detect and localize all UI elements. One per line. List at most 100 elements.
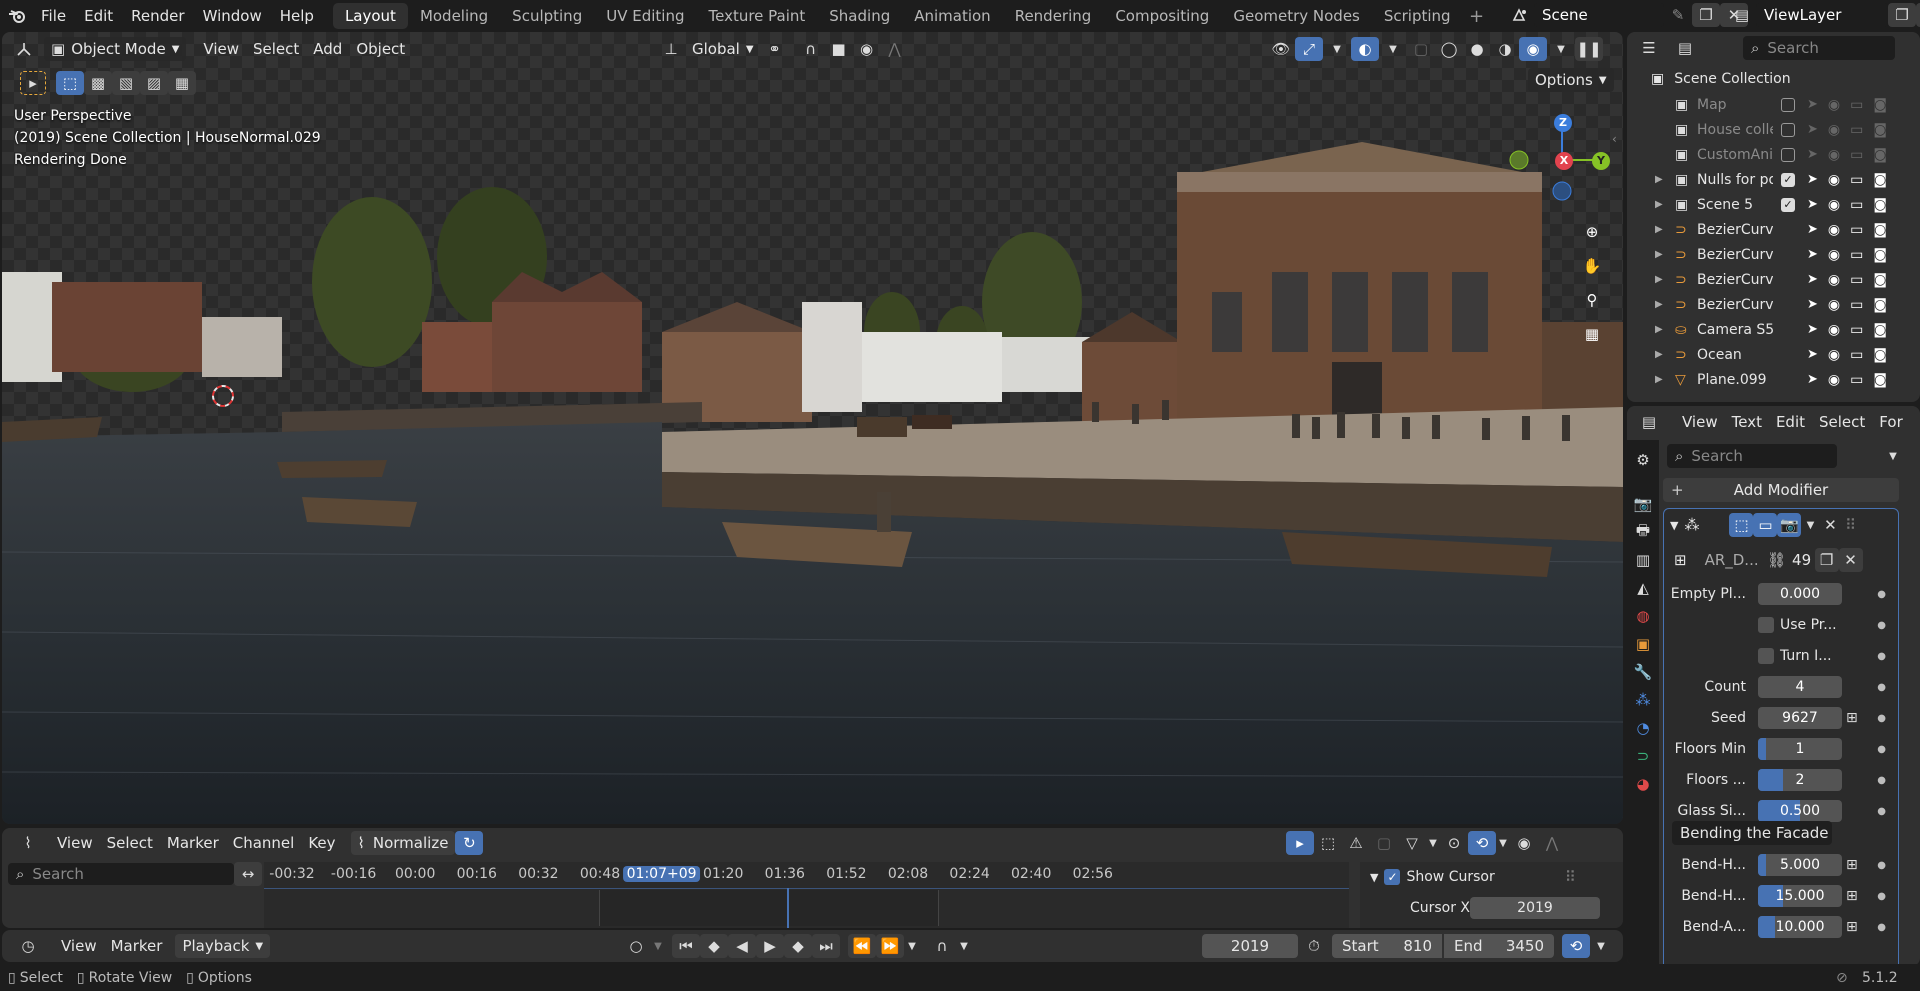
monitor-icon[interactable]: ▭ bbox=[1850, 197, 1863, 213]
snap-playhead-dropdown-icon[interactable]: ▼ bbox=[1592, 934, 1610, 958]
modifier-tab-icon[interactable]: 🔧 bbox=[1629, 660, 1657, 684]
camera-render-icon[interactable]: ◙ bbox=[1873, 147, 1887, 163]
keyframe-dot-icon[interactable]: ● bbox=[1877, 713, 1886, 724]
mode-selector[interactable]: ▣ Object Mode ▼ bbox=[44, 37, 187, 61]
scene-icon[interactable] bbox=[1506, 3, 1534, 27]
timeline-editor-icon[interactable]: ◷ bbox=[14, 934, 42, 958]
expand-chevron-icon[interactable]: ▶ bbox=[1655, 299, 1669, 310]
gizmo-x-label[interactable]: X bbox=[1555, 152, 1573, 170]
transform-orientation-selector[interactable]: Global ▼ bbox=[685, 37, 761, 61]
render-toggle-icon[interactable]: 📷 bbox=[1777, 513, 1802, 537]
expand-chevron-icon[interactable]: ▶ bbox=[1655, 174, 1669, 185]
monitor-icon[interactable]: ▭ bbox=[1850, 297, 1863, 313]
keyframe-dot-icon[interactable]: ● bbox=[1877, 775, 1886, 786]
tab-animation[interactable]: Animation bbox=[902, 3, 1002, 29]
show-cursor-row[interactable]: ▼ ✓ Show Cursor ⠿ bbox=[1370, 868, 1576, 886]
keying-icon[interactable]: ∩ bbox=[928, 934, 956, 958]
navigation-gizmo[interactable]: Z X Y bbox=[1500, 106, 1610, 216]
camera-render-icon[interactable]: ◙ bbox=[1873, 172, 1887, 188]
overlay-toggle-icon[interactable]: ◐ bbox=[1351, 37, 1379, 61]
selectable-arrow-icon[interactable]: ➤ bbox=[1807, 322, 1818, 337]
randomize-icon[interactable]: ⊞ bbox=[1846, 919, 1858, 935]
input-value-field[interactable]: 9627 bbox=[1758, 707, 1842, 729]
outliner-item[interactable]: ▶ ⊃ BezierCurve ➤ ◉ ▭ ◙ bbox=[1627, 267, 1920, 292]
monitor-icon[interactable]: ▭ bbox=[1850, 122, 1863, 138]
tab-scripting[interactable]: Scripting bbox=[1372, 3, 1463, 29]
monitor-icon[interactable]: ▭ bbox=[1850, 272, 1863, 288]
viewport-menu-object[interactable]: Object bbox=[349, 37, 412, 61]
randomize-icon[interactable]: ⊞ bbox=[1846, 857, 1858, 873]
camera-render-icon[interactable]: ◙ bbox=[1873, 272, 1887, 288]
monitor-icon[interactable]: ▭ bbox=[1850, 172, 1863, 188]
keyframe-dot-icon[interactable]: ● bbox=[1877, 860, 1886, 871]
tab-shading[interactable]: Shading bbox=[817, 3, 902, 29]
gizmo-dropdown-icon[interactable]: ▼ bbox=[1323, 37, 1351, 61]
eye-icon[interactable]: ◉ bbox=[1828, 297, 1840, 313]
camera-render-icon[interactable]: ◙ bbox=[1873, 297, 1887, 313]
keying-dropdown-icon[interactable]: ▼ bbox=[956, 934, 972, 958]
selectable-arrow-icon[interactable]: ➤ bbox=[1807, 272, 1818, 287]
menu-window[interactable]: Window bbox=[194, 3, 271, 29]
prop-menu-text[interactable]: Text bbox=[1725, 410, 1769, 434]
remove-modifier-icon[interactable]: ✕ bbox=[1819, 513, 1841, 537]
current-time-indicator[interactable]: 01:07+09 bbox=[622, 866, 701, 882]
timeline-menu-view[interactable]: View bbox=[50, 831, 100, 855]
viewport-menu-view[interactable]: View bbox=[196, 37, 246, 61]
zoom-icon[interactable]: ⊕ bbox=[1578, 220, 1606, 244]
prop-menu-edit[interactable]: Edit bbox=[1769, 410, 1812, 434]
view-layer-icon[interactable]: ▤ bbox=[1728, 3, 1756, 27]
viewport-menu-select[interactable]: Select bbox=[246, 37, 306, 61]
monitor-icon[interactable]: ▭ bbox=[1850, 247, 1863, 263]
select-invert-icon[interactable]: ▨ bbox=[140, 71, 168, 95]
camera-render-icon[interactable]: ◙ bbox=[1873, 222, 1887, 238]
display-mode-icon[interactable]: ▤ bbox=[1671, 36, 1699, 60]
proportional-edit-icon[interactable]: ◉ bbox=[853, 37, 881, 61]
world-tab-icon[interactable]: ◍ bbox=[1629, 604, 1657, 628]
prev-keyframe-icon[interactable]: ◆ bbox=[700, 934, 728, 958]
next-keyframe-icon[interactable]: ◆ bbox=[784, 934, 812, 958]
outliner-item[interactable]: ▣ Map ➤ ◉ ▭ ◙ bbox=[1627, 92, 1920, 117]
falloff-curve-icon[interactable]: ⋀ bbox=[1538, 831, 1566, 855]
render-tab-icon[interactable]: 📷 bbox=[1629, 492, 1657, 516]
playback-menu-view[interactable]: View bbox=[54, 934, 104, 958]
falloff-icon[interactable]: ⋀ bbox=[881, 37, 909, 61]
eye-icon[interactable]: ◉ bbox=[1828, 322, 1840, 338]
eye-icon[interactable]: ◉ bbox=[1828, 172, 1840, 188]
editor-type-icon[interactable] bbox=[12, 37, 40, 61]
keyframe-dot-icon[interactable]: ● bbox=[1877, 744, 1886, 755]
camera-render-icon[interactable]: ◙ bbox=[1873, 122, 1887, 138]
3d-viewport[interactable]: ▣ Object Mode ▼ View Select Add Object ⊥… bbox=[2, 32, 1623, 824]
keyframe-dot-icon[interactable]: ● bbox=[1877, 922, 1886, 933]
view-layer-selector[interactable]: ▤ ViewLayer ❐ ✕ bbox=[1728, 3, 1920, 27]
selectable-arrow-icon[interactable]: ➤ bbox=[1807, 347, 1818, 362]
input-value-field[interactable]: 2 bbox=[1758, 769, 1842, 791]
options-dropdown[interactable]: Options ▼ bbox=[1528, 68, 1614, 92]
eye-icon[interactable]: ◉ bbox=[1828, 247, 1840, 263]
eye-icon[interactable]: ◉ bbox=[1828, 122, 1840, 138]
outliner-item[interactable]: ▶ ⛀ Camera S5 ➤ ◉ ▭ ◙ bbox=[1627, 317, 1920, 342]
monitor-icon[interactable]: ▭ bbox=[1850, 372, 1863, 388]
drag-handle-icon[interactable]: ⠿ bbox=[1841, 513, 1859, 537]
select-intersect-icon[interactable]: ▦ bbox=[168, 71, 196, 95]
only-errors-icon[interactable]: ⚠ bbox=[1342, 831, 1370, 855]
selectable-arrow-icon[interactable]: ➤ bbox=[1807, 147, 1818, 162]
prop-menu-select[interactable]: Select bbox=[1812, 410, 1872, 434]
gizmo-z-label[interactable]: Z bbox=[1554, 114, 1572, 132]
channel-search-input[interactable]: ⌕ Search bbox=[8, 863, 234, 885]
viewport-toggle-icon[interactable]: ▭ bbox=[1753, 513, 1778, 537]
camera-view-icon[interactable]: ⚲ bbox=[1578, 288, 1606, 312]
select-box-tool-icon[interactable]: ▸ bbox=[20, 71, 46, 95]
timeline-menu-channel[interactable]: Channel bbox=[226, 831, 302, 855]
rendered-shading-icon[interactable]: ◉ bbox=[1519, 37, 1547, 61]
add-modifier-button[interactable]: + Add Modifier bbox=[1663, 478, 1899, 502]
menu-render[interactable]: Render bbox=[122, 3, 193, 29]
tool-tab-icon[interactable]: ⚙ bbox=[1629, 448, 1657, 472]
monitor-icon[interactable]: ▭ bbox=[1850, 222, 1863, 238]
sidebar-toggle-icon[interactable]: ‹ bbox=[1612, 132, 1617, 146]
particles-tab-icon[interactable]: ⁂ bbox=[1629, 688, 1657, 712]
prop-menu-format[interactable]: For bbox=[1872, 410, 1909, 434]
outliner-item[interactable]: ▶ ⊃ BezierCurve ➤ ◉ ▭ ◙ bbox=[1627, 292, 1920, 317]
wireframe-shading-icon[interactable]: ◯ bbox=[1435, 37, 1463, 61]
outliner-editor-icon[interactable]: ☰ bbox=[1635, 36, 1663, 60]
outliner-item[interactable]: ▶ ⊃ BezierCurve ➤ ◉ ▭ ◙ bbox=[1627, 242, 1920, 267]
